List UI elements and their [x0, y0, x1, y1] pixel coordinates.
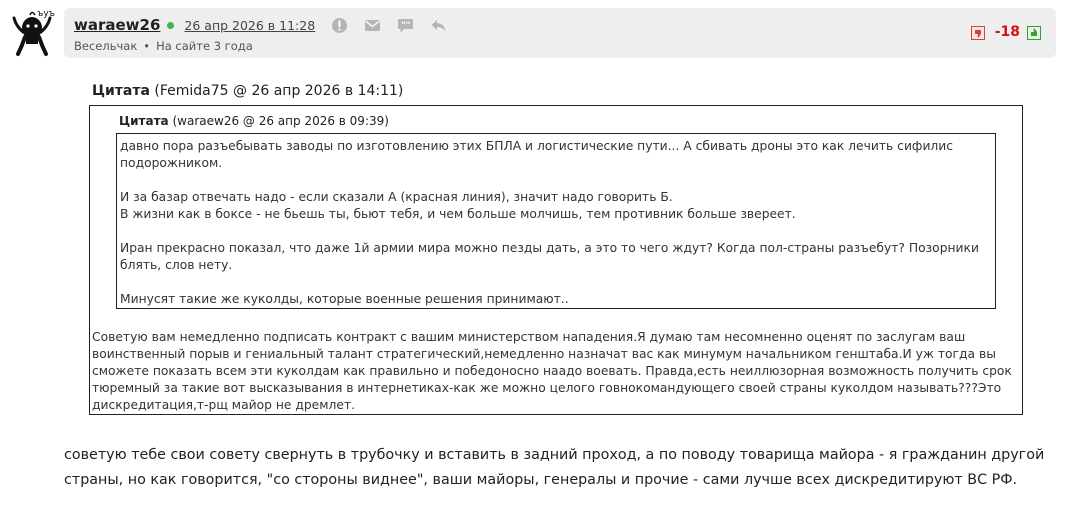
post-rating: -18	[970, 24, 1041, 40]
outer-quote-source: (Femida75 @ 26 апр 2026 в 14:11)	[154, 83, 404, 99]
post-actions: " "	[331, 17, 463, 34]
rating-value: -18	[994, 24, 1020, 40]
post-date-link[interactable]: 26 апр 2026 в 11:28	[184, 18, 315, 33]
quote-icon[interactable]: " "	[397, 17, 414, 34]
svg-text:": "	[406, 21, 411, 31]
inner-quote-paragraph: давно пора разъебывать заводы по изготов…	[120, 139, 954, 170]
author-meta: Весельчак • На сайте 3 года	[74, 39, 253, 53]
inner-quote-box: давно пора разъебывать заводы по изготов…	[116, 133, 996, 309]
username-link[interactable]: waraew26	[74, 16, 160, 34]
inner-quote-paragraph: Минусят такие же куколды, которые военны…	[120, 292, 569, 306]
inner-quote-label: Цитата	[119, 114, 169, 128]
post-header: waraew26 26 апр 2026 в 11:28 " " Весельча…	[64, 8, 1056, 58]
reply-icon[interactable]	[430, 17, 447, 34]
svg-text:ъуъ: ъуъ	[37, 9, 55, 19]
online-status-dot	[167, 21, 175, 29]
meta-separator: •	[143, 39, 151, 53]
author-line: waraew26 26 апр 2026 в 11:28 " "	[74, 16, 463, 34]
avatar[interactable]: ъуъ	[8, 6, 58, 58]
mail-icon[interactable]	[364, 17, 381, 34]
user-tenure: На сайте 3 года	[156, 39, 253, 53]
thumb-up-icon[interactable]	[1027, 25, 1041, 40]
inner-quote-paragraph: Иран прекрасно показал, что даже 1й арми…	[120, 241, 979, 272]
outer-quote-label: Цитата	[92, 83, 150, 99]
inner-quote-paragraph: В жизни как в боксе - не бьешь ты, бьют …	[120, 207, 796, 221]
outer-quote-text: Советую вам немедленно подписать контрак…	[92, 330, 1012, 412]
inner-quote-source: (waraew26 @ 26 апр 2026 в 09:39)	[172, 114, 389, 128]
inner-quote-paragraph: И за базар отвечать надо - если сказали …	[120, 190, 673, 204]
outer-quote-title: Цитата (Femida75 @ 26 апр 2026 в 14:11)	[92, 83, 403, 99]
thumb-down-icon[interactable]	[970, 25, 985, 40]
user-rank: Весельчак	[74, 39, 138, 53]
inner-quote-title: Цитата (waraew26 @ 26 апр 2026 в 09:39)	[119, 114, 389, 128]
post-body: советую тебе свои совету свернуть в труб…	[64, 447, 1045, 488]
warn-icon[interactable]	[331, 17, 348, 34]
